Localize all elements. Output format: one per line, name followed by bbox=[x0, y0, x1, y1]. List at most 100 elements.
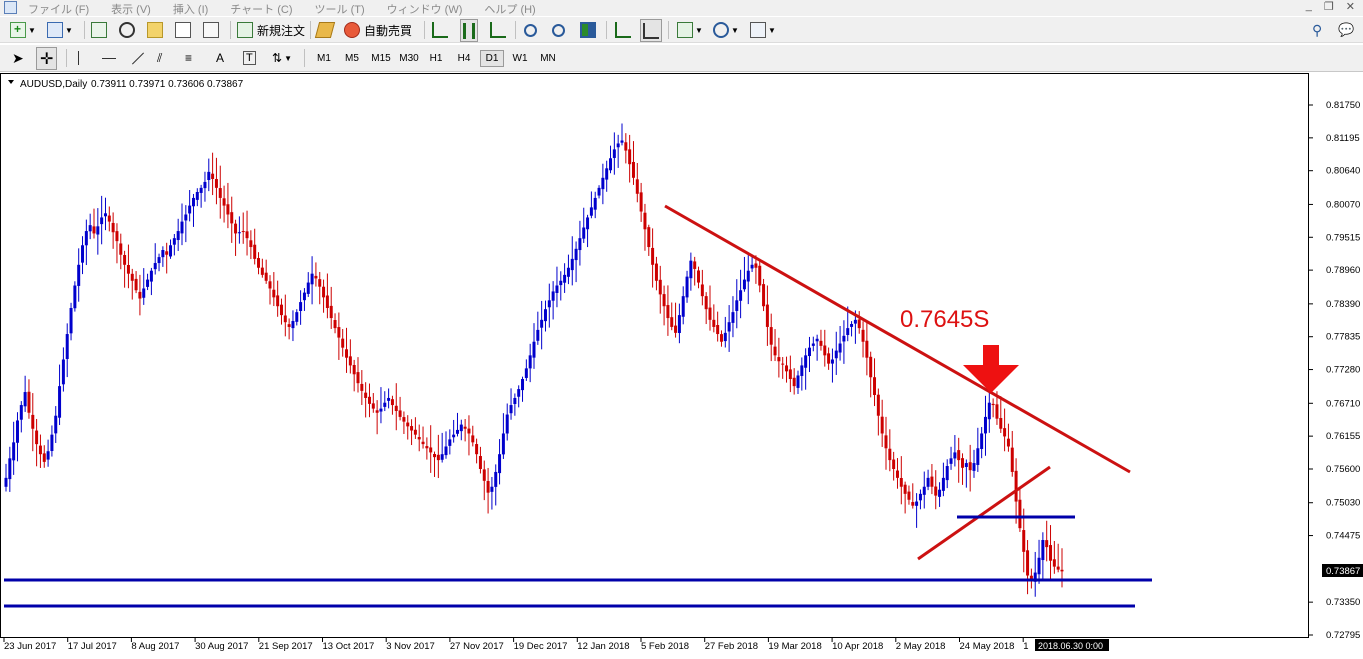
bar-chart-button[interactable] bbox=[432, 20, 448, 40]
autoscroll-button[interactable] bbox=[640, 19, 662, 42]
data-window-button[interactable] bbox=[119, 20, 135, 40]
templates-button[interactable]: ▼ bbox=[750, 20, 776, 40]
line-chart-icon bbox=[490, 22, 506, 38]
candle-body bbox=[1056, 566, 1060, 570]
horizontal-line-icon bbox=[102, 57, 116, 59]
candle-body bbox=[704, 296, 708, 310]
restore-icon[interactable]: ❐ bbox=[1324, 0, 1334, 13]
menu-file[interactable]: ファイル (F) bbox=[28, 1, 89, 17]
horizontal-line-tool[interactable] bbox=[102, 48, 116, 68]
close-icon[interactable]: ✕ bbox=[1346, 0, 1355, 13]
vertical-line-tool[interactable] bbox=[78, 48, 79, 68]
candle-body bbox=[444, 446, 448, 456]
candle-body bbox=[746, 270, 750, 282]
menu-view[interactable]: 表示 (V) bbox=[111, 1, 151, 17]
equidistant-channel-tool[interactable]: ⫽ bbox=[157, 48, 162, 68]
price-tick-label: 0.73350 bbox=[1326, 597, 1360, 608]
menu-tools[interactable]: ツール (T) bbox=[315, 1, 365, 17]
candle-body bbox=[850, 323, 854, 327]
candle-body bbox=[513, 397, 517, 404]
candle-body bbox=[149, 270, 153, 282]
terminal-button[interactable] bbox=[175, 20, 191, 40]
candle-body bbox=[260, 267, 264, 275]
cursor-tool[interactable]: ➤ bbox=[12, 48, 24, 68]
timeframe-m1[interactable]: M1 bbox=[312, 50, 336, 67]
candle-body bbox=[486, 481, 490, 493]
menu-help[interactable]: ヘルプ (H) bbox=[484, 1, 535, 17]
price-chart[interactable]: 0.7645S AUDUSD,Daily 0.73911 0.73971 0.7… bbox=[0, 73, 1363, 659]
menu-insert[interactable]: 挿入 (I) bbox=[173, 1, 208, 17]
text-tool[interactable]: A bbox=[216, 48, 224, 68]
candle-body bbox=[597, 187, 601, 196]
menu-bar: ファイル (F) 表示 (V) 挿入 (I) チャート (C) ツール (T) … bbox=[0, 0, 1363, 16]
candle-body bbox=[138, 291, 142, 299]
chart-shift-button[interactable] bbox=[615, 20, 631, 40]
timeframe-w1[interactable]: W1 bbox=[508, 50, 532, 67]
price-tick-label: 0.80640 bbox=[1326, 166, 1360, 177]
price-annotation[interactable]: 0.7645S bbox=[900, 306, 989, 333]
indicators-button[interactable]: ▼ bbox=[677, 20, 703, 40]
candle-body bbox=[769, 327, 773, 345]
candle-body bbox=[670, 317, 674, 327]
zoom-out-button[interactable] bbox=[552, 20, 565, 40]
arrows-tool[interactable]: ⇅ ▼ bbox=[272, 48, 292, 68]
candle-body bbox=[563, 274, 567, 283]
timeframe-h1[interactable]: H1 bbox=[424, 50, 448, 67]
menu-chart[interactable]: チャート (C) bbox=[230, 1, 292, 17]
candle-body bbox=[586, 217, 590, 230]
timeframe-d1[interactable]: D1 bbox=[480, 50, 504, 67]
minimize-icon[interactable]: _ bbox=[1306, 0, 1312, 13]
line-chart-button[interactable] bbox=[490, 20, 506, 40]
candle-body bbox=[873, 377, 877, 396]
menu-window[interactable]: ウィンドウ (W) bbox=[387, 1, 463, 17]
candlestick-button[interactable] bbox=[460, 19, 478, 42]
price-tick-label: 0.75600 bbox=[1326, 464, 1360, 475]
chart-shift-icon bbox=[615, 22, 631, 38]
timeframe-m5[interactable]: M5 bbox=[340, 50, 364, 67]
new-chart-button[interactable]: + ▼ bbox=[10, 20, 36, 40]
text-icon: A bbox=[216, 51, 225, 65]
text-label-tool[interactable]: T bbox=[243, 48, 256, 68]
new-order-button[interactable]: 新規注文 bbox=[237, 20, 305, 40]
timeframe-m15[interactable]: M15 bbox=[368, 50, 394, 67]
price-tick-label: 0.77835 bbox=[1326, 332, 1360, 343]
candle-body bbox=[199, 187, 203, 193]
candle-body bbox=[406, 422, 410, 427]
candle-body bbox=[957, 450, 961, 461]
timeframe-m30[interactable]: M30 bbox=[396, 50, 422, 67]
candle-body bbox=[35, 430, 39, 445]
drawing-toolbar: ➤ ✛ ⫽ ≡ A T ⇅ ▼ M1 M5 M15 M30 H1 H4 D1 W1… bbox=[0, 45, 1363, 72]
candle-body bbox=[46, 451, 50, 460]
fibonacci-icon: ≡ bbox=[185, 51, 193, 65]
strategy-tester-button[interactable] bbox=[203, 20, 219, 40]
periods-button[interactable]: ▼ bbox=[713, 20, 739, 40]
candle-body bbox=[341, 338, 345, 348]
chat-button[interactable]: 💬 bbox=[1338, 20, 1354, 40]
trendline-tool[interactable] bbox=[130, 48, 146, 68]
zoom-in-button[interactable] bbox=[524, 20, 537, 40]
time-tick-label: 27 Feb 2018 bbox=[705, 641, 758, 652]
auto-trading-button[interactable]: 自動売買 bbox=[344, 20, 412, 40]
market-watch-button[interactable] bbox=[91, 20, 107, 40]
candle-body bbox=[498, 454, 502, 474]
candle-body bbox=[1006, 438, 1010, 447]
candle-body bbox=[723, 332, 727, 342]
fibonacci-tool[interactable]: ≡ bbox=[185, 48, 192, 68]
timeframe-mn[interactable]: MN bbox=[536, 50, 560, 67]
candle-body bbox=[31, 414, 35, 429]
timeframe-h4[interactable]: H4 bbox=[452, 50, 476, 67]
candle-body bbox=[524, 368, 528, 378]
tile-windows-button[interactable] bbox=[580, 20, 596, 40]
candle-body bbox=[314, 275, 318, 279]
candle-body bbox=[635, 179, 639, 194]
price-tick-label: 0.76155 bbox=[1326, 431, 1360, 442]
crosshair-tool[interactable]: ✛ bbox=[36, 47, 58, 70]
metaeditor-button[interactable] bbox=[314, 20, 336, 40]
candle-body bbox=[433, 453, 437, 458]
candle-body bbox=[685, 276, 689, 298]
profiles-button[interactable]: ▼ bbox=[47, 20, 73, 40]
crosshair-time-label: 2018.06.30 0:00 bbox=[1038, 641, 1103, 651]
candle-body bbox=[50, 434, 54, 452]
search-button[interactable]: ⚲ bbox=[1312, 20, 1322, 40]
navigator-button[interactable] bbox=[147, 20, 163, 40]
